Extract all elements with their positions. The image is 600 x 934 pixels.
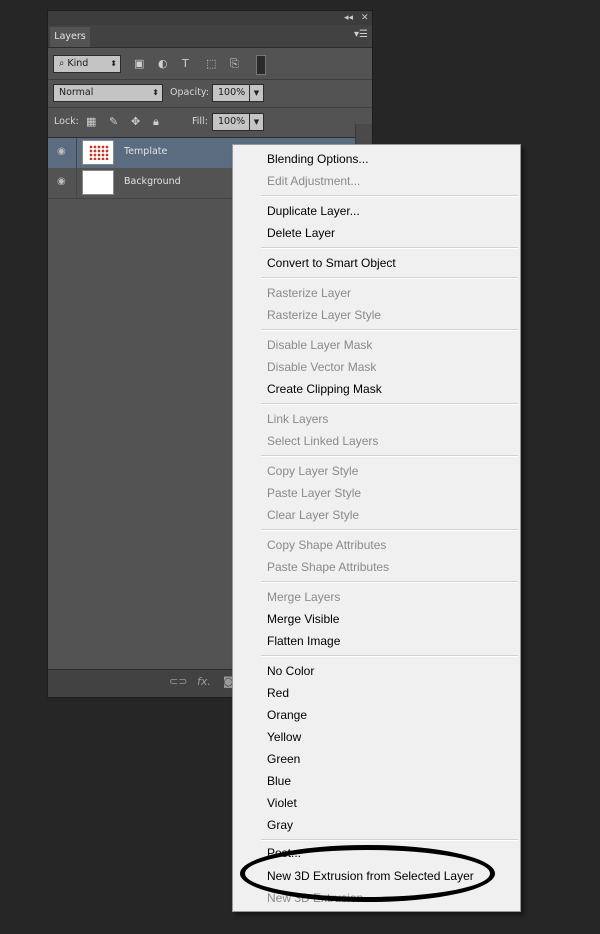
visibility-eye-icon[interactable]: ◉	[57, 176, 66, 187]
menu-separator	[261, 277, 518, 279]
menu-item-gray[interactable]: Gray	[267, 818, 293, 832]
divider	[76, 168, 77, 198]
chevron-updown-icon: ⬍	[152, 88, 159, 97]
menu-separator	[261, 247, 518, 249]
menu-item-orange[interactable]: Orange	[267, 708, 307, 722]
panel-tab-bar: Layers ▾☰	[48, 25, 372, 48]
layer-thumbnail	[82, 140, 114, 165]
opacity-input[interactable]: 100%	[212, 84, 250, 102]
menu-item-duplicate-layer[interactable]: Duplicate Layer...	[267, 204, 360, 218]
layer-name: Template	[124, 146, 168, 157]
menu-separator	[261, 329, 518, 331]
fill-dropdown-button[interactable]: ▼	[249, 113, 264, 131]
lock-transparent-icon[interactable]: ▦	[86, 115, 96, 129]
lock-row: Lock: ▦ ✎ ✥ 🔒︎ Fill: 100% ▼	[48, 107, 372, 138]
layer-context-menu: Blending Options... Edit Adjustment... D…	[232, 144, 521, 912]
fx-icon[interactable]: fx.	[197, 675, 211, 688]
menu-item-postcard[interactable]: Post...	[267, 846, 301, 860]
menu-item-create-clipping-mask[interactable]: Create Clipping Mask	[267, 382, 382, 396]
tab-layers[interactable]: Layers	[50, 27, 90, 47]
menu-item-new-3d-extrusion[interactable]: New 3D Extrusion...	[267, 891, 373, 905]
menu-item-blue[interactable]: Blue	[267, 774, 291, 788]
filter-row: ⌕ Kind ⬍ ▣ ◐ T ⬚ ⎘	[48, 47, 372, 80]
menu-item-rasterize-layer-style[interactable]: Rasterize Layer Style	[267, 308, 381, 322]
opacity-dropdown-button[interactable]: ▼	[249, 84, 264, 102]
menu-separator	[261, 455, 518, 457]
blend-row: Normal ⬍ Opacity: 100% ▼	[48, 79, 372, 108]
lock-all-icon[interactable]: 🔒︎	[153, 115, 159, 129]
menu-item-blending-options[interactable]: Blending Options...	[267, 152, 368, 166]
menu-separator	[261, 839, 518, 841]
menu-item-edit-adjustment[interactable]: Edit Adjustment...	[267, 174, 360, 188]
lock-label: Lock:	[54, 116, 79, 127]
adjustment-filter-icon[interactable]: ◐	[158, 57, 168, 71]
menu-separator	[261, 195, 518, 197]
chevron-updown-icon: ⬍	[110, 59, 117, 68]
filter-kind-select[interactable]: ⌕ Kind ⬍	[53, 55, 121, 73]
menu-item-paste-layer-style[interactable]: Paste Layer Style	[267, 486, 361, 500]
menu-item-link-layers[interactable]: Link Layers	[267, 412, 328, 426]
menu-separator	[261, 403, 518, 405]
menu-item-rasterize-layer[interactable]: Rasterize Layer	[267, 286, 351, 300]
menu-item-merge-visible[interactable]: Merge Visible	[267, 612, 339, 626]
image-filter-icon[interactable]: ▣	[134, 57, 144, 71]
shape-filter-icon[interactable]: ⬚	[206, 57, 216, 71]
menu-item-green[interactable]: Green	[267, 752, 300, 766]
menu-item-paste-shape-attributes[interactable]: Paste Shape Attributes	[267, 560, 389, 574]
menu-item-select-linked-layers[interactable]: Select Linked Layers	[267, 434, 378, 448]
menu-item-new-3d-extrusion-selected-layer[interactable]: New 3D Extrusion from Selected Layer	[267, 869, 474, 883]
menu-item-disable-layer-mask[interactable]: Disable Layer Mask	[267, 338, 372, 352]
blend-mode-label: Normal	[59, 87, 94, 98]
menu-item-violet[interactable]: Violet	[267, 796, 297, 810]
divider	[76, 138, 77, 168]
filter-toggle[interactable]	[256, 55, 266, 75]
close-icon[interactable]: ✕	[361, 12, 369, 24]
link-icon[interactable]: ⊂⊃	[169, 675, 187, 688]
lock-position-icon[interactable]: ✥	[131, 115, 140, 129]
layer-thumbnail	[82, 170, 114, 195]
menu-item-convert-smart-object[interactable]: Convert to Smart Object	[267, 256, 396, 270]
menu-separator	[261, 655, 518, 657]
opacity-label: Opacity:	[170, 87, 210, 98]
menu-item-clear-layer-style[interactable]: Clear Layer Style	[267, 508, 359, 522]
fill-input[interactable]: 100%	[212, 113, 250, 131]
fill-label: Fill:	[192, 116, 208, 127]
layer-name: Background	[124, 176, 181, 187]
menu-item-no-color[interactable]: No Color	[267, 664, 314, 678]
filter-kind-label: Kind	[67, 58, 89, 69]
type-filter-icon[interactable]: T	[182, 57, 189, 71]
menu-separator	[261, 581, 518, 583]
menu-item-delete-layer[interactable]: Delete Layer	[267, 226, 335, 240]
menu-item-red[interactable]: Red	[267, 686, 289, 700]
blend-mode-select[interactable]: Normal ⬍	[53, 84, 163, 102]
smart-object-filter-icon[interactable]: ⎘	[230, 57, 239, 71]
menu-item-yellow[interactable]: Yellow	[267, 730, 301, 744]
menu-separator	[261, 529, 518, 531]
menu-item-disable-vector-mask[interactable]: Disable Vector Mask	[267, 360, 376, 374]
menu-item-copy-layer-style[interactable]: Copy Layer Style	[267, 464, 358, 478]
thumbnail-pattern	[89, 145, 109, 160]
menu-item-copy-shape-attributes[interactable]: Copy Shape Attributes	[267, 538, 386, 552]
visibility-eye-icon[interactable]: ◉	[57, 146, 66, 157]
lock-image-brush-icon[interactable]: ✎	[109, 115, 118, 129]
panel-menu-icon[interactable]: ▾☰	[354, 29, 368, 40]
menu-item-flatten-image[interactable]: Flatten Image	[267, 634, 340, 648]
menu-item-merge-layers[interactable]: Merge Layers	[267, 590, 340, 604]
collapse-icon[interactable]: ◂◂	[344, 12, 353, 24]
panel-title-bar: ◂◂ ✕	[48, 11, 372, 25]
